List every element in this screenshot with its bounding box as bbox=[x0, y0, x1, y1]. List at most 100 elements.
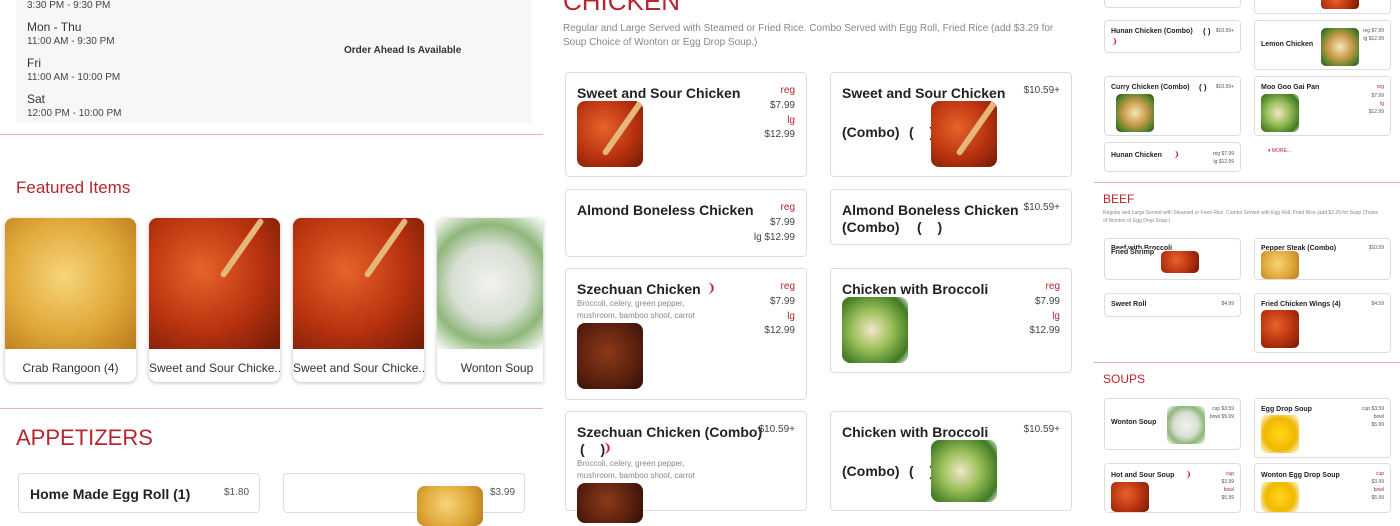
menu-item-card[interactable]: Home Made Egg Roll (1) $1.80 bbox=[18, 473, 260, 513]
reg-label: reg bbox=[780, 202, 795, 213]
featured-card[interactable]: Sweet and Sour Chicke... bbox=[293, 218, 424, 382]
lg-price: $12.99 bbox=[764, 325, 795, 336]
menu-item-card[interactable]: Sweet and Sour Chicken (Combo) ( ) $10.5… bbox=[830, 72, 1072, 177]
lg-price: $12.99 bbox=[764, 129, 795, 140]
food-photo bbox=[577, 323, 643, 389]
pepper-icon: ❩ bbox=[706, 281, 717, 295]
menu-item-name: Curry Chicken (Combo) bbox=[1111, 84, 1190, 91]
menu-item-card[interactable]: Wonton Soup cup $3.59 bowl $5.99 bbox=[1104, 398, 1241, 450]
combo-label: (Combo) bbox=[842, 219, 900, 235]
menu-item-price: $10.59+ bbox=[758, 424, 795, 435]
menu-item-name: Moo Goo Gai Pan bbox=[1261, 84, 1320, 91]
reg-label: reg bbox=[1376, 84, 1384, 90]
menu-item-card[interactable]: Moo Goo Gai Pan reg $7.99 lg $12.99 bbox=[1254, 76, 1391, 136]
food-photo bbox=[1261, 94, 1299, 132]
lg-label: lg bbox=[1380, 101, 1384, 107]
hours-time-1: 11:00 AM - 9:30 PM bbox=[27, 36, 115, 47]
menu-item-card[interactable] bbox=[1254, 0, 1391, 14]
menu-item-name: Egg Drop Soup bbox=[1261, 406, 1312, 413]
reg-price: $7.99 bbox=[769, 217, 795, 228]
menu-item-card[interactable]: Sweet Roll $4.99 bbox=[1104, 293, 1241, 317]
hours-day-2: Fri bbox=[27, 56, 41, 70]
food-photo bbox=[1321, 0, 1359, 9]
hours-day-1: Mon - Thu bbox=[27, 20, 82, 34]
menu-item-name: Chicken with Broccoli bbox=[842, 424, 989, 440]
menu-item-price: reg $7.99 bbox=[1362, 28, 1384, 34]
featured-item-name: Sweet and Sour Chicke... bbox=[149, 361, 280, 375]
menu-item-card[interactable]: Sweet and Sour Chicken reg $7.99 lg $12.… bbox=[565, 72, 807, 177]
menu-item-card[interactable]: Pepper Steak (Combo) $10.59 bbox=[1254, 238, 1391, 280]
spice-indicator: ( ) bbox=[1199, 83, 1207, 92]
hours-partial-time: 3:30 PM - 9:30 PM bbox=[27, 0, 111, 11]
hours-time-3: 12:00 PM - 10:00 PM bbox=[27, 108, 122, 119]
featured-item-name: Wonton Soup bbox=[460, 361, 534, 375]
menu-item-card[interactable]: Hot and Sour Soup ❩ cup $3.99 bowl $5.99 bbox=[1104, 463, 1241, 513]
reg-price: $7.99 bbox=[769, 296, 795, 307]
menu-item-card[interactable]: Hunan Chicken ❩ reg $7.99 lg $12.99 bbox=[1104, 142, 1241, 172]
lg-price: $12.99 bbox=[1368, 109, 1384, 115]
menu-item-desc: Broccoli, celery, green pepper, mushroom… bbox=[577, 299, 695, 320]
reg-label: reg bbox=[1045, 281, 1060, 292]
menu-item-price: $10.59 bbox=[1368, 245, 1384, 251]
cup-label: cup bbox=[1375, 471, 1384, 477]
menu-item-card[interactable]: Wonton Egg Drop Soup cup $3.99 bowl $5.9… bbox=[1254, 463, 1391, 513]
menu-item-price: cup $3.59 bbox=[1212, 406, 1234, 412]
food-photo bbox=[1261, 482, 1299, 512]
menu-item-card[interactable]: $3.99 bbox=[283, 473, 525, 526]
menu-item-card[interactable]: Egg Drop Soup cup $3.59 bowl $5.99 bbox=[1254, 398, 1391, 458]
menu-item-name: Hunan Chicken (Combo) bbox=[1111, 28, 1193, 35]
menu-item-card[interactable]: Lemon Chicken reg $7.99 lg $12.99 bbox=[1254, 20, 1391, 70]
bowl-label: bowl bbox=[1373, 414, 1384, 420]
bowl-label: bowl bbox=[1373, 487, 1384, 493]
divider bbox=[0, 134, 543, 135]
combo-label: (Combo) bbox=[842, 124, 900, 140]
menu-item-card[interactable]: Fried Chicken Wings (4) $4.59 bbox=[1254, 293, 1391, 353]
menu-item-name: Lemon Chicken bbox=[1261, 41, 1314, 48]
menu-item-card[interactable]: Chicken with Broccoli (Combo) ( ) $10.59… bbox=[830, 411, 1072, 511]
featured-item-name: Crab Rangoon (4) bbox=[22, 361, 119, 375]
featured-card[interactable]: Sweet and Sour Chicke... bbox=[149, 218, 280, 382]
food-photo bbox=[931, 101, 997, 167]
food-photo bbox=[1167, 406, 1205, 444]
menu-item-price: $10.59+ bbox=[1215, 28, 1234, 34]
food-photo bbox=[149, 218, 280, 349]
food-photo bbox=[1116, 94, 1154, 132]
featured-item-name: Sweet and Sour Chicke... bbox=[293, 361, 424, 375]
menu-item-card[interactable]: Szechuan Chicken (Combo) ( ) ❩ Broccoli,… bbox=[565, 411, 807, 523]
menu-item-price: lg $12.99 bbox=[1363, 36, 1384, 42]
menu-item-card[interactable] bbox=[1104, 0, 1241, 8]
more-link[interactable]: ▾ MORE... bbox=[1268, 148, 1291, 154]
food-photo bbox=[1111, 482, 1149, 512]
menu-item-card[interactable]: Curry Chicken (Combo) ( ) $10.59+ bbox=[1104, 76, 1241, 136]
menu-item-card[interactable]: Beef with Broccoli Fried Shrimp bbox=[1104, 238, 1241, 280]
menu-item-card[interactable]: Almond Boneless Chicken (Combo) ( ) $10.… bbox=[830, 189, 1072, 245]
menu-item-price: $4.99 bbox=[1221, 301, 1234, 307]
lg-price: $12.99 bbox=[1029, 325, 1060, 336]
menu-item-price: $5.99 bbox=[1221, 495, 1234, 501]
featured-card[interactable]: Wonton Soup bbox=[437, 218, 543, 382]
menu-item-name: Almond Boneless Chicken bbox=[842, 202, 1019, 218]
menu-item-name: Sweet and Sour Chicken bbox=[842, 85, 1006, 101]
lg-price: lg $12.99 bbox=[753, 232, 795, 243]
menu-item-card[interactable]: Almond Boneless Chicken reg $7.99 lg $12… bbox=[565, 189, 807, 257]
menu-item-price: $10.59+ bbox=[1023, 202, 1060, 213]
menu-item-name: Chicken with Broccoli bbox=[842, 281, 989, 297]
pepper-icon: ❩ bbox=[1185, 470, 1192, 479]
food-photo bbox=[5, 218, 136, 349]
menu-item-card[interactable]: Szechuan Chicken ❩ Broccoli, celery, gre… bbox=[565, 268, 807, 400]
menu-item-price: $3.99 bbox=[1371, 479, 1384, 485]
divider bbox=[1094, 362, 1400, 363]
food-photo bbox=[1161, 251, 1199, 273]
beef-heading: BEEF bbox=[1103, 192, 1135, 206]
menu-item-card[interactable]: Hunan Chicken (Combo) ( ) ❩ $10.59+ bbox=[1104, 20, 1241, 53]
menu-item-card[interactable]: Chicken with Broccoli reg $7.99 lg $12.9… bbox=[830, 268, 1072, 373]
menu-item-price: $4.59 bbox=[1371, 301, 1384, 307]
menu-item-name: Sweet and Sour Chicken bbox=[577, 85, 741, 101]
food-photo bbox=[293, 218, 424, 349]
food-photo bbox=[577, 483, 643, 523]
featured-card[interactable]: Crab Rangoon (4) bbox=[5, 218, 136, 382]
menu-item-name: Szechuan Chicken bbox=[577, 281, 701, 297]
menu-item-price: lg $12.99 bbox=[1213, 159, 1234, 165]
food-photo bbox=[437, 218, 543, 349]
divider bbox=[0, 408, 543, 409]
